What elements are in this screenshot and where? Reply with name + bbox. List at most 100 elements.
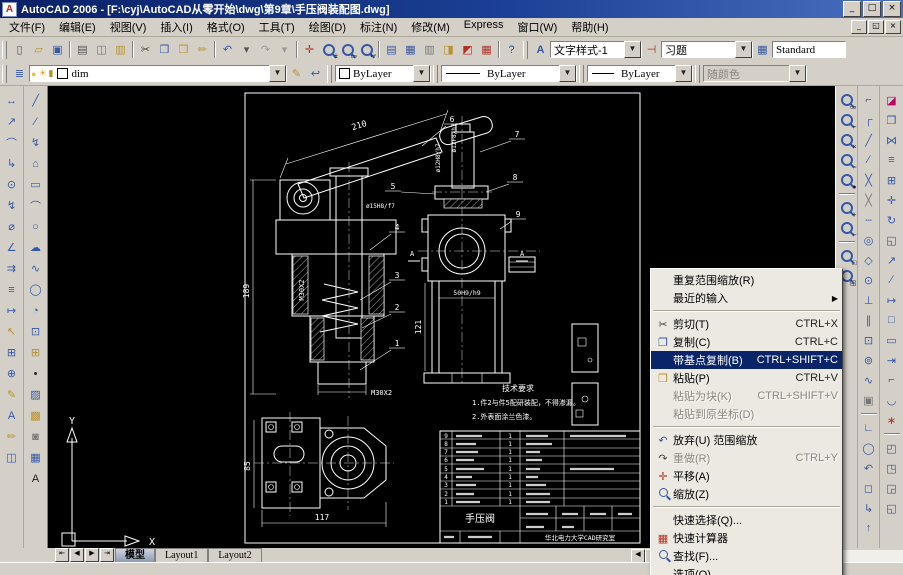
chevron-down-icon[interactable]: ▼: [413, 65, 430, 82]
doc-close-icon[interactable]: ×: [885, 20, 901, 34]
scroll-left-icon[interactable]: ◀: [631, 549, 645, 563]
snap-parallel-icon[interactable]: ∥: [859, 310, 879, 330]
snap-intersection-icon[interactable]: ╳: [859, 170, 879, 190]
snap-center-icon[interactable]: ◎: [859, 230, 879, 250]
menu-help[interactable]: 帮助(H): [564, 17, 615, 37]
menu-dimension[interactable]: 标注(N): [353, 17, 404, 37]
menu-express[interactable]: Express: [457, 17, 511, 37]
ucs-previous-icon[interactable]: ↶: [859, 458, 879, 478]
context-menu-item-paste[interactable]: ❒ 粘贴(P) CTRL+V: [651, 369, 842, 387]
table-style-combo[interactable]: Standard: [772, 41, 846, 58]
extend-icon[interactable]: ↦: [882, 290, 902, 310]
context-menu-item-undo-zoom-extents[interactable]: ↶ 放弃(U) 范围缩放: [651, 431, 842, 449]
layer-lock-icon[interactable]: ▮: [49, 68, 54, 79]
tab-first-button[interactable]: ⇤: [55, 548, 69, 562]
zoom-center-icon[interactable]: ◦: [837, 150, 857, 171]
open-icon[interactable]: ▱: [29, 40, 48, 59]
zoom-realtime-icon[interactable]: ±: [319, 40, 338, 60]
context-menu-item-pan[interactable]: ✛ 平移(A): [651, 467, 842, 485]
explode-icon[interactable]: ∗: [882, 410, 902, 430]
tab-last-button[interactable]: ⇥: [100, 548, 114, 562]
layer-freeze-sun-icon[interactable]: ☀: [38, 68, 46, 79]
layer-previous-icon[interactable]: ↩: [306, 64, 325, 83]
context-menu-item-repeat-zoom-extents[interactable]: 重复范围缩放(R): [651, 271, 842, 289]
revision-cloud-icon[interactable]: ☁: [26, 237, 46, 258]
undo-dropdown-icon[interactable]: ▾: [237, 40, 256, 59]
menu-file[interactable]: 文件(F): [2, 17, 52, 37]
make-object-layer-current-icon[interactable]: ✎: [287, 64, 306, 83]
construction-line-icon[interactable]: ∕: [26, 111, 46, 132]
layer-combo[interactable]: ● ☀ ▮ dim ▼: [29, 65, 287, 82]
tab-previous-button[interactable]: ◀: [70, 548, 84, 562]
properties-palette-icon[interactable]: ▤: [382, 40, 401, 59]
redo-icon[interactable]: ↷: [256, 40, 275, 59]
context-menu-item-recent-input[interactable]: 最近的输入 ▶: [651, 289, 842, 307]
new-icon[interactable]: ▯: [10, 40, 29, 59]
layer-properties-manager-icon[interactable]: ≣: [10, 64, 29, 83]
mirror-icon[interactable]: ⋈: [882, 130, 902, 150]
maximize-icon[interactable]: □: [863, 1, 881, 17]
baseline-dimension-icon[interactable]: ≡: [2, 279, 22, 300]
match-properties-icon[interactable]: ✏: [193, 40, 212, 59]
copy-object-icon[interactable]: ❐: [882, 110, 902, 130]
center-mark-icon[interactable]: ⊕: [2, 363, 22, 384]
context-menu-item-quick-select[interactable]: 快速选择(Q)...: [651, 511, 842, 529]
tab-next-button[interactable]: ▶: [85, 548, 99, 562]
context-menu-item-quickcalc[interactable]: ▦ 快速计算器: [651, 529, 842, 547]
array-icon[interactable]: ⊞: [882, 170, 902, 190]
radius-dimension-icon[interactable]: ⊙: [2, 174, 22, 195]
ucs-origin-icon[interactable]: ↑: [859, 518, 879, 538]
context-menu-item-zoom[interactable]: 缩放(Z): [651, 485, 842, 503]
trim-icon[interactable]: ∕: [882, 270, 902, 290]
redo-dropdown-icon[interactable]: ▾: [275, 40, 294, 59]
join-icon[interactable]: ⇥: [882, 350, 902, 370]
tolerance-icon[interactable]: ⊞: [2, 342, 22, 363]
chevron-down-icon[interactable]: ▼: [624, 41, 641, 58]
ucs-world-icon[interactable]: ◯: [859, 438, 879, 458]
draworder-back-icon[interactable]: ◳: [882, 458, 902, 478]
aligned-dimension-icon[interactable]: ↗: [2, 111, 22, 132]
gradient-icon[interactable]: ▩: [26, 405, 46, 426]
snap-from-icon[interactable]: ┌: [859, 110, 879, 130]
undo-icon[interactable]: ↶: [218, 40, 237, 59]
temporary-track-point-icon[interactable]: ⌐: [859, 90, 879, 110]
menu-window[interactable]: 窗口(W): [511, 17, 565, 37]
angular-dimension-icon[interactable]: ∠: [2, 237, 22, 258]
move-icon[interactable]: ✛: [882, 190, 902, 210]
menu-edit[interactable]: 编辑(E): [52, 17, 103, 37]
toolbar-grip[interactable]: [2, 40, 7, 59]
toolbar-grip[interactable]: [433, 64, 438, 83]
plot-preview-icon[interactable]: ◫: [92, 40, 111, 59]
quick-leader-icon[interactable]: ↖: [2, 321, 22, 342]
hatch-icon[interactable]: ▨: [26, 384, 46, 405]
ellipse-icon[interactable]: ◯: [26, 279, 46, 300]
designcenter-icon[interactable]: ▦: [401, 40, 420, 59]
continue-dimension-icon[interactable]: ↦: [2, 300, 22, 321]
zoom-scale-icon[interactable]: ×: [837, 130, 857, 151]
insert-block-icon[interactable]: ⊡: [26, 321, 46, 342]
tab-layout1[interactable]: Layout1: [155, 548, 209, 562]
tab-model[interactable]: 模型: [115, 548, 155, 562]
close-icon[interactable]: ×: [883, 1, 901, 17]
snap-nearest-icon[interactable]: ∿: [859, 370, 879, 390]
copy-icon[interactable]: ❐: [155, 40, 174, 59]
snap-extension-icon[interactable]: ┄: [859, 210, 879, 230]
toolbar-grip[interactable]: [523, 40, 528, 59]
cut-icon[interactable]: ✂: [136, 40, 155, 59]
menu-draw[interactable]: 绘图(D): [302, 17, 353, 37]
ucs-object-icon[interactable]: ↳: [859, 498, 879, 518]
context-menu-item-options[interactable]: 选项(O)...: [651, 565, 842, 575]
region-icon[interactable]: ◙: [26, 426, 46, 447]
chamfer-icon[interactable]: ⌐: [882, 370, 902, 390]
linetype-combo[interactable]: ByLayer ▼: [441, 65, 577, 82]
toolbar-grip[interactable]: [2, 64, 7, 83]
dim-style-combo[interactable]: 习题 ▼: [661, 41, 753, 58]
ucs-icon[interactable]: ∟: [859, 418, 879, 438]
fillet-icon[interactable]: ◡: [882, 390, 902, 410]
ucs-face-icon[interactable]: ◻: [859, 478, 879, 498]
help-icon[interactable]: ?: [502, 40, 521, 59]
menu-modify[interactable]: 修改(M): [404, 17, 457, 37]
arc-length-dimension-icon[interactable]: ⌒: [2, 132, 22, 153]
chevron-down-icon[interactable]: ▼: [675, 65, 692, 82]
color-combo[interactable]: ByLayer ▼: [335, 65, 431, 82]
